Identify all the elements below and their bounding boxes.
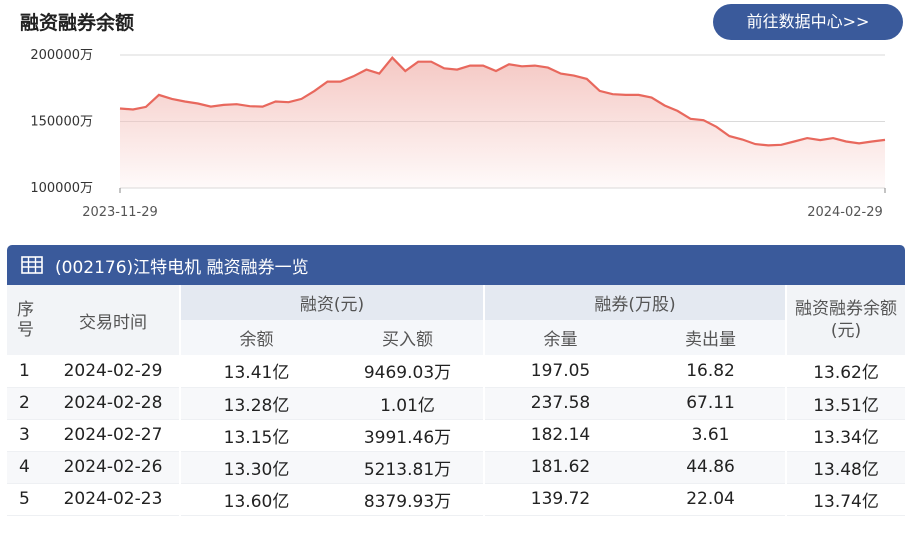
short-group-header: 融券(万股) bbox=[483, 285, 787, 320]
cell-margin-buy: 1.01亿 bbox=[332, 387, 485, 420]
cell-date: 2024-02-23 bbox=[47, 483, 180, 516]
col-date-header: 交易时间 bbox=[47, 285, 180, 355]
cell-total: 13.62亿 bbox=[785, 355, 906, 388]
series-area bbox=[120, 57, 885, 189]
margin-table: 序号 交易时间 融资(元) 融券(万股) 融资融券余额(元) 余额 买入额 余量… bbox=[7, 285, 906, 516]
cell-index: 5 bbox=[7, 483, 47, 516]
cell-short-sell: 67.11 bbox=[636, 387, 787, 420]
cell-index: 2 bbox=[7, 387, 47, 420]
table-row: 2 2024-02-28 13.28亿 1.01亿 237.58 67.11 1… bbox=[7, 387, 906, 420]
chart-svg: 200000万 150000万 100000万 2023-11-29 2024-02-2… bbox=[30, 48, 886, 220]
cell-index: 3 bbox=[7, 419, 47, 452]
cell-short-sell: 3.61 bbox=[636, 419, 787, 452]
cell-margin-buy: 9469.03万 bbox=[332, 355, 485, 388]
col-total-header: 融资融券余额(元) bbox=[785, 285, 906, 355]
cell-margin-balance: 13.15亿 bbox=[179, 419, 332, 452]
cell-margin-balance: 13.60亿 bbox=[179, 483, 332, 516]
cell-margin-balance: 13.30亿 bbox=[179, 451, 332, 484]
x-tick-label-end: 2024-02-29 bbox=[807, 205, 883, 220]
cell-short-sell: 16.82 bbox=[636, 355, 787, 388]
table-row: 1 2024-02-29 13.41亿 9469.03万 197.05 16.8… bbox=[7, 355, 906, 388]
cell-margin-buy: 3991.46万 bbox=[332, 419, 485, 452]
y-tick-label: 150000万 bbox=[30, 115, 93, 130]
goto-data-center-button[interactable]: 前往数据中心>> bbox=[713, 4, 903, 40]
margin-group-header: 融资(元) bbox=[178, 285, 485, 320]
cell-date: 2024-02-28 bbox=[47, 387, 180, 420]
cell-date: 2024-02-26 bbox=[47, 451, 180, 484]
table-row: 4 2024-02-26 13.30亿 5213.81万 181.62 44.8… bbox=[7, 451, 906, 484]
cell-short-sell: 22.04 bbox=[636, 483, 787, 516]
col-margin-buy-header: 买入额 bbox=[332, 320, 485, 355]
y-tick-label: 200000万 bbox=[30, 48, 93, 63]
table-title: (002176)江特电机 融资融券一览 bbox=[55, 257, 309, 278]
cell-short-balance: 237.58 bbox=[483, 387, 637, 420]
cell-short-balance: 197.05 bbox=[483, 355, 637, 388]
col-short-balance-header: 余量 bbox=[483, 320, 637, 355]
cell-margin-balance: 13.41亿 bbox=[179, 355, 332, 388]
cell-date: 2024-02-27 bbox=[47, 419, 180, 452]
cell-margin-buy: 5213.81万 bbox=[332, 451, 485, 484]
y-tick-label: 100000万 bbox=[30, 181, 93, 196]
margin-balance-chart: 200000万 150000万 100000万 2023-11-29 2024-02-2… bbox=[0, 40, 909, 230]
cell-total: 13.34亿 bbox=[785, 419, 906, 452]
cell-index: 4 bbox=[7, 451, 47, 484]
col-index-header: 序号 bbox=[7, 285, 47, 355]
x-tick-label-start: 2023-11-29 bbox=[82, 205, 158, 220]
col-margin-balance-header: 余额 bbox=[179, 320, 332, 355]
margin-table-panel: (002176)江特电机 融资融券一览 序号 交易时间 融资(元) 融券(万股)… bbox=[7, 245, 906, 520]
cell-short-balance: 181.62 bbox=[483, 451, 637, 484]
table-grid-icon bbox=[21, 256, 43, 274]
cell-short-balance: 139.72 bbox=[483, 483, 637, 516]
table-row: 5 2024-02-23 13.60亿 8379.93万 139.72 22.0… bbox=[7, 483, 906, 516]
cell-margin-buy: 8379.93万 bbox=[332, 483, 485, 516]
cell-total: 13.74亿 bbox=[785, 483, 906, 516]
cell-index: 1 bbox=[7, 355, 47, 388]
col-short-sell-header: 卖出量 bbox=[636, 320, 787, 355]
cell-total: 13.51亿 bbox=[785, 387, 906, 420]
cell-short-sell: 44.86 bbox=[636, 451, 787, 484]
cell-short-balance: 182.14 bbox=[483, 419, 637, 452]
table-row: 3 2024-02-27 13.15亿 3991.46万 182.14 3.61… bbox=[7, 419, 906, 452]
table-header-bar: (002176)江特电机 融资融券一览 bbox=[7, 245, 905, 285]
page-title: 融资融券余额 bbox=[20, 12, 135, 34]
cell-margin-balance: 13.28亿 bbox=[179, 387, 332, 420]
cell-date: 2024-02-29 bbox=[47, 355, 180, 388]
cell-total: 13.48亿 bbox=[785, 451, 906, 484]
